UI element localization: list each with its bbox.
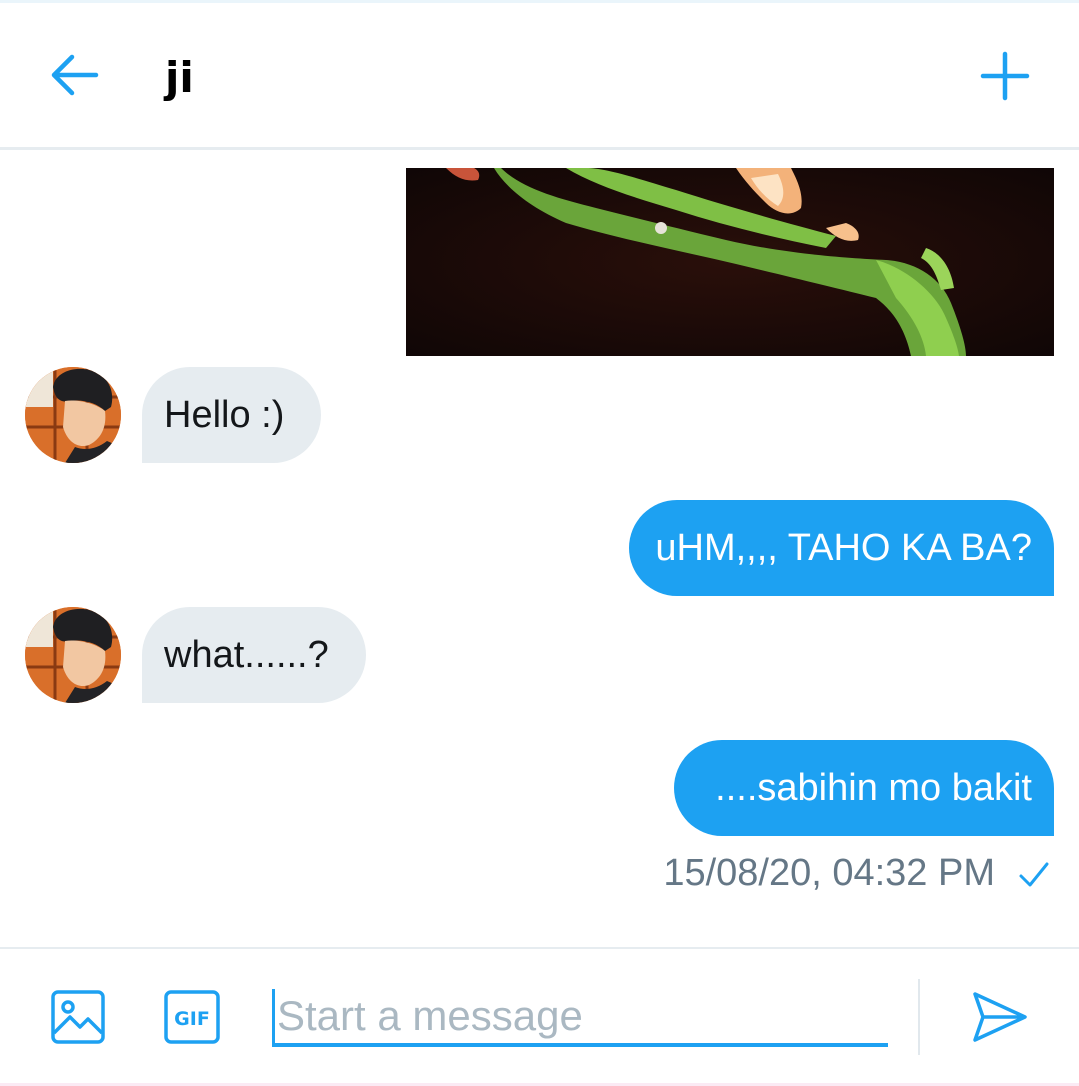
add-gif-button[interactable]: GIF (162, 987, 222, 1047)
incoming-message-bubble[interactable]: Hello :) (142, 367, 321, 463)
send-button[interactable] (970, 987, 1030, 1047)
gif-label: GIF (174, 1008, 210, 1030)
send-icon (973, 992, 1027, 1042)
image-icon (51, 990, 105, 1044)
checkmark-icon (1019, 862, 1049, 887)
back-button[interactable] (44, 49, 104, 101)
avatar-image (25, 367, 121, 463)
message-text: Hello :) (164, 393, 285, 436)
message-text: what......? (164, 633, 329, 676)
plus-icon (980, 51, 1030, 101)
add-photo-button[interactable] (48, 987, 108, 1047)
outgoing-message-bubble[interactable]: ....sabihin mo bakit (674, 740, 1054, 836)
message-timestamp: 15/08/20, 04:32 PM (663, 852, 995, 894)
avatar[interactable] (25, 607, 121, 703)
message-input[interactable] (272, 989, 888, 1047)
composer-separator (918, 979, 920, 1055)
media-message-image[interactable] (406, 168, 1054, 356)
message-text: uHM,,,, TAHO KA BA? (655, 526, 1032, 569)
outgoing-message-bubble[interactable]: uHM,,,, TAHO KA BA? (629, 500, 1054, 596)
message-text: ....sabihin mo bakit (715, 766, 1032, 809)
incoming-message-bubble[interactable]: what......? (142, 607, 366, 703)
conversation-header: ji (0, 3, 1079, 147)
gif-icon: GIF (164, 990, 220, 1044)
message-list[interactable]: Hello :) uHM,,,, TAHO KA BA? what......?… (0, 150, 1079, 947)
add-button[interactable] (975, 48, 1035, 104)
conversation-title[interactable]: ji (165, 53, 194, 102)
frog-photo (406, 168, 1054, 356)
avatar-image (25, 607, 121, 703)
message-composer: GIF (0, 949, 1079, 1086)
arrow-left-icon (51, 54, 99, 96)
avatar[interactable] (25, 367, 121, 463)
